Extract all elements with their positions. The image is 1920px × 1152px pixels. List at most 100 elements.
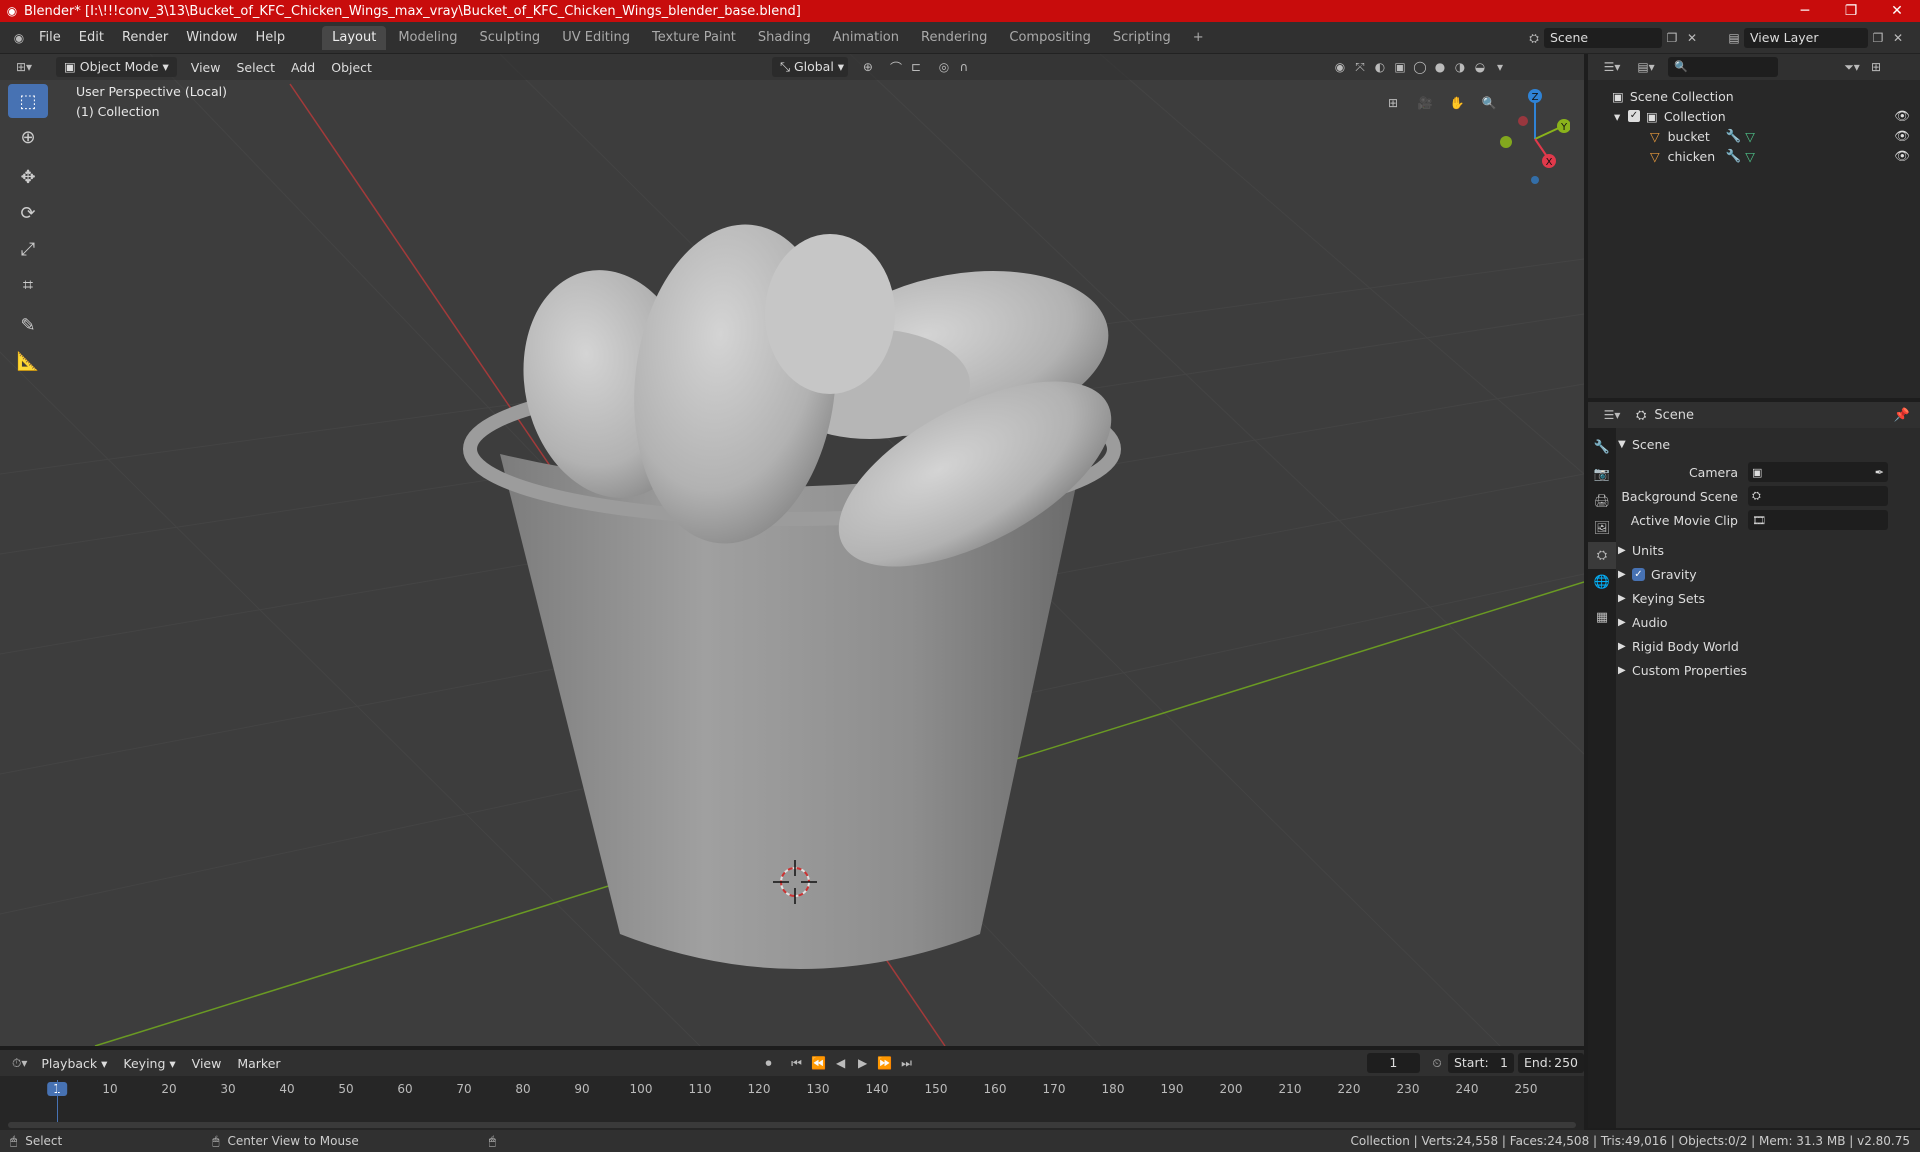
new-collection-icon[interactable]: ⊞: [1866, 57, 1886, 77]
object-mode-dropdown[interactable]: ▣ Object Mode ▾: [56, 57, 177, 77]
section-gravity[interactable]: ▶ ✓ Gravity: [1618, 562, 1918, 586]
tab-texture-paint[interactable]: Texture Paint: [642, 26, 746, 50]
pin-icon[interactable]: 📌: [1894, 408, 1910, 423]
eyedropper-icon[interactable]: ✒: [1875, 466, 1884, 479]
view-layer-selector[interactable]: View Layer: [1744, 28, 1868, 48]
shading-rendered-icon[interactable]: ◒: [1470, 57, 1490, 77]
jump-end-icon[interactable]: ⏭: [897, 1053, 917, 1073]
delete-view-layer-icon[interactable]: ✕: [1888, 28, 1908, 48]
end-frame-field[interactable]: End: 250: [1517, 1053, 1584, 1073]
viewport-menu-object[interactable]: Object: [323, 60, 380, 75]
outliner-editor-type-icon[interactable]: ☰▾: [1598, 57, 1626, 77]
timeline-menu-view[interactable]: View: [184, 1056, 230, 1071]
record-icon[interactable]: ⏺: [759, 1053, 779, 1073]
shading-solid-icon[interactable]: ●: [1430, 57, 1450, 77]
annotate-tool-icon[interactable]: ✎: [8, 308, 48, 342]
outliner-row-collection[interactable]: ▾ ✓ ▣ Collection 👁: [1588, 106, 1920, 126]
move-tool-icon[interactable]: ✥: [8, 160, 48, 194]
proportional-edit-icon[interactable]: ◎: [934, 57, 954, 77]
tab-compositing[interactable]: Compositing: [999, 26, 1101, 50]
add-workspace-button[interactable]: +: [1183, 26, 1214, 50]
rotate-tool-icon[interactable]: ⟳: [8, 196, 48, 230]
playhead-line[interactable]: [57, 1080, 58, 1126]
texture-tab-icon[interactable]: ▦: [1588, 604, 1616, 631]
xray-toggle-icon[interactable]: ▣: [1390, 57, 1410, 77]
visibility-eye-icon[interactable]: 👁: [1894, 128, 1910, 144]
render-tab-icon[interactable]: 📷: [1588, 461, 1616, 488]
section-custom-properties[interactable]: ▶ Custom Properties: [1618, 658, 1918, 682]
transform-orientation-dropdown[interactable]: ⤡ Global ▾: [771, 57, 848, 77]
tab-layout[interactable]: Layout: [322, 25, 387, 50]
world-tab-icon[interactable]: 🌐: [1588, 569, 1616, 596]
properties-editor-type-icon[interactable]: ☰▾: [1598, 405, 1626, 425]
menu-edit[interactable]: Edit: [70, 22, 113, 54]
toggle-ortho-icon[interactable]: ⊞: [1380, 90, 1406, 116]
outliner-row-scene-collection[interactable]: ▣ Scene Collection: [1588, 86, 1920, 106]
shading-options-icon[interactable]: ▾: [1490, 57, 1510, 77]
outliner-row-bucket[interactable]: ▽ bucket 🔧 ▽ 👁: [1588, 126, 1920, 146]
section-units[interactable]: ▶ Units: [1618, 538, 1918, 562]
pan-view-icon[interactable]: ✋: [1444, 90, 1470, 116]
scene-panel-header[interactable]: ▼ Scene: [1618, 432, 1918, 456]
menu-render[interactable]: Render: [113, 22, 177, 54]
menu-window[interactable]: Window: [177, 22, 246, 54]
delete-scene-icon[interactable]: ✕: [1682, 28, 1702, 48]
scene-tab-icon[interactable]: ⛭: [1588, 542, 1616, 569]
viewport-menu-view[interactable]: View: [183, 60, 229, 75]
new-view-layer-icon[interactable]: ❐: [1868, 28, 1888, 48]
view-layer-tab-icon[interactable]: 🖼: [1588, 515, 1616, 542]
select-box-tool-icon[interactable]: ⬚: [8, 84, 48, 118]
timeline-menu-playback[interactable]: Playback ▾: [33, 1056, 115, 1071]
scene-selector[interactable]: Scene: [1544, 28, 1662, 48]
menu-help[interactable]: Help: [247, 22, 295, 54]
timeline-ruler[interactable]: 1102030405060708090100110120130140150160…: [0, 1076, 1584, 1130]
scale-tool-icon[interactable]: ⤢: [8, 232, 48, 266]
snap-icon[interactable]: ⌒: [886, 57, 906, 77]
modifier-wrench-icon[interactable]: 🔧: [1726, 148, 1742, 164]
viewport-scene[interactable]: [0, 54, 1584, 1046]
tab-sculpting[interactable]: Sculpting: [469, 26, 550, 50]
pivot-point-icon[interactable]: ⊕: [858, 57, 878, 77]
scene-icon[interactable]: ⛭: [1524, 28, 1544, 48]
current-frame-field[interactable]: 1: [1366, 1053, 1421, 1073]
navigation-gizmo[interactable]: Z Y X: [1490, 84, 1570, 184]
editor-type-icon[interactable]: ⊞▾: [10, 57, 38, 77]
play-icon[interactable]: ▶: [853, 1053, 873, 1073]
proportional-falloff-icon[interactable]: ∩: [954, 57, 974, 77]
shading-material-icon[interactable]: ◑: [1450, 57, 1470, 77]
close-button[interactable]: ✕: [1874, 0, 1920, 22]
section-audio[interactable]: ▶ Audio: [1618, 610, 1918, 634]
jump-start-icon[interactable]: ⏮: [787, 1053, 807, 1073]
timeline-editor-type-icon[interactable]: ⏱▾: [10, 1053, 29, 1073]
exclude-checkbox[interactable]: ✓: [1628, 110, 1640, 122]
maximize-button[interactable]: ❐: [1828, 0, 1874, 22]
snap-target-icon[interactable]: ⊏: [906, 57, 926, 77]
play-reverse-icon[interactable]: ◀: [831, 1053, 851, 1073]
section-keying-sets[interactable]: ▶ Keying Sets: [1618, 586, 1918, 610]
jump-keyframe-back-icon[interactable]: ⏪: [809, 1053, 829, 1073]
view-layer-icon[interactable]: ▤: [1724, 28, 1744, 48]
blender-menu-icon[interactable]: ◉: [8, 28, 30, 48]
menu-file[interactable]: File: [30, 22, 70, 54]
mesh-data-icon[interactable]: ▽: [1745, 149, 1755, 164]
section-rigid-body-world[interactable]: ▶ Rigid Body World: [1618, 634, 1918, 658]
filter-icon[interactable]: ⏷▾: [1838, 57, 1866, 77]
timeline-menu-keying[interactable]: Keying ▾: [115, 1056, 183, 1071]
visibility-eye-icon[interactable]: 👁: [1894, 108, 1910, 124]
gizmo-toggle-icon[interactable]: ⤧: [1350, 57, 1370, 77]
viewport-menu-add[interactable]: Add: [283, 60, 323, 75]
tab-scripting[interactable]: Scripting: [1103, 26, 1181, 50]
new-scene-icon[interactable]: ❐: [1662, 28, 1682, 48]
timeline-menu-marker[interactable]: Marker: [229, 1056, 288, 1071]
output-tab-icon[interactable]: 🖨: [1588, 488, 1616, 515]
tab-animation[interactable]: Animation: [823, 26, 909, 50]
visibility-eye-icon[interactable]: 👁: [1894, 148, 1910, 164]
measure-tool-icon[interactable]: 📐: [8, 344, 48, 378]
gravity-checkbox[interactable]: ✓: [1632, 567, 1645, 581]
tab-modeling[interactable]: Modeling: [388, 26, 467, 50]
start-frame-field[interactable]: Start: 1: [1447, 1053, 1514, 1073]
shading-wireframe-icon[interactable]: ◯: [1410, 57, 1430, 77]
timeline-scrollbar[interactable]: [8, 1122, 1576, 1128]
minimize-button[interactable]: ─: [1782, 0, 1828, 22]
jump-keyframe-forward-icon[interactable]: ⏩: [875, 1053, 895, 1073]
